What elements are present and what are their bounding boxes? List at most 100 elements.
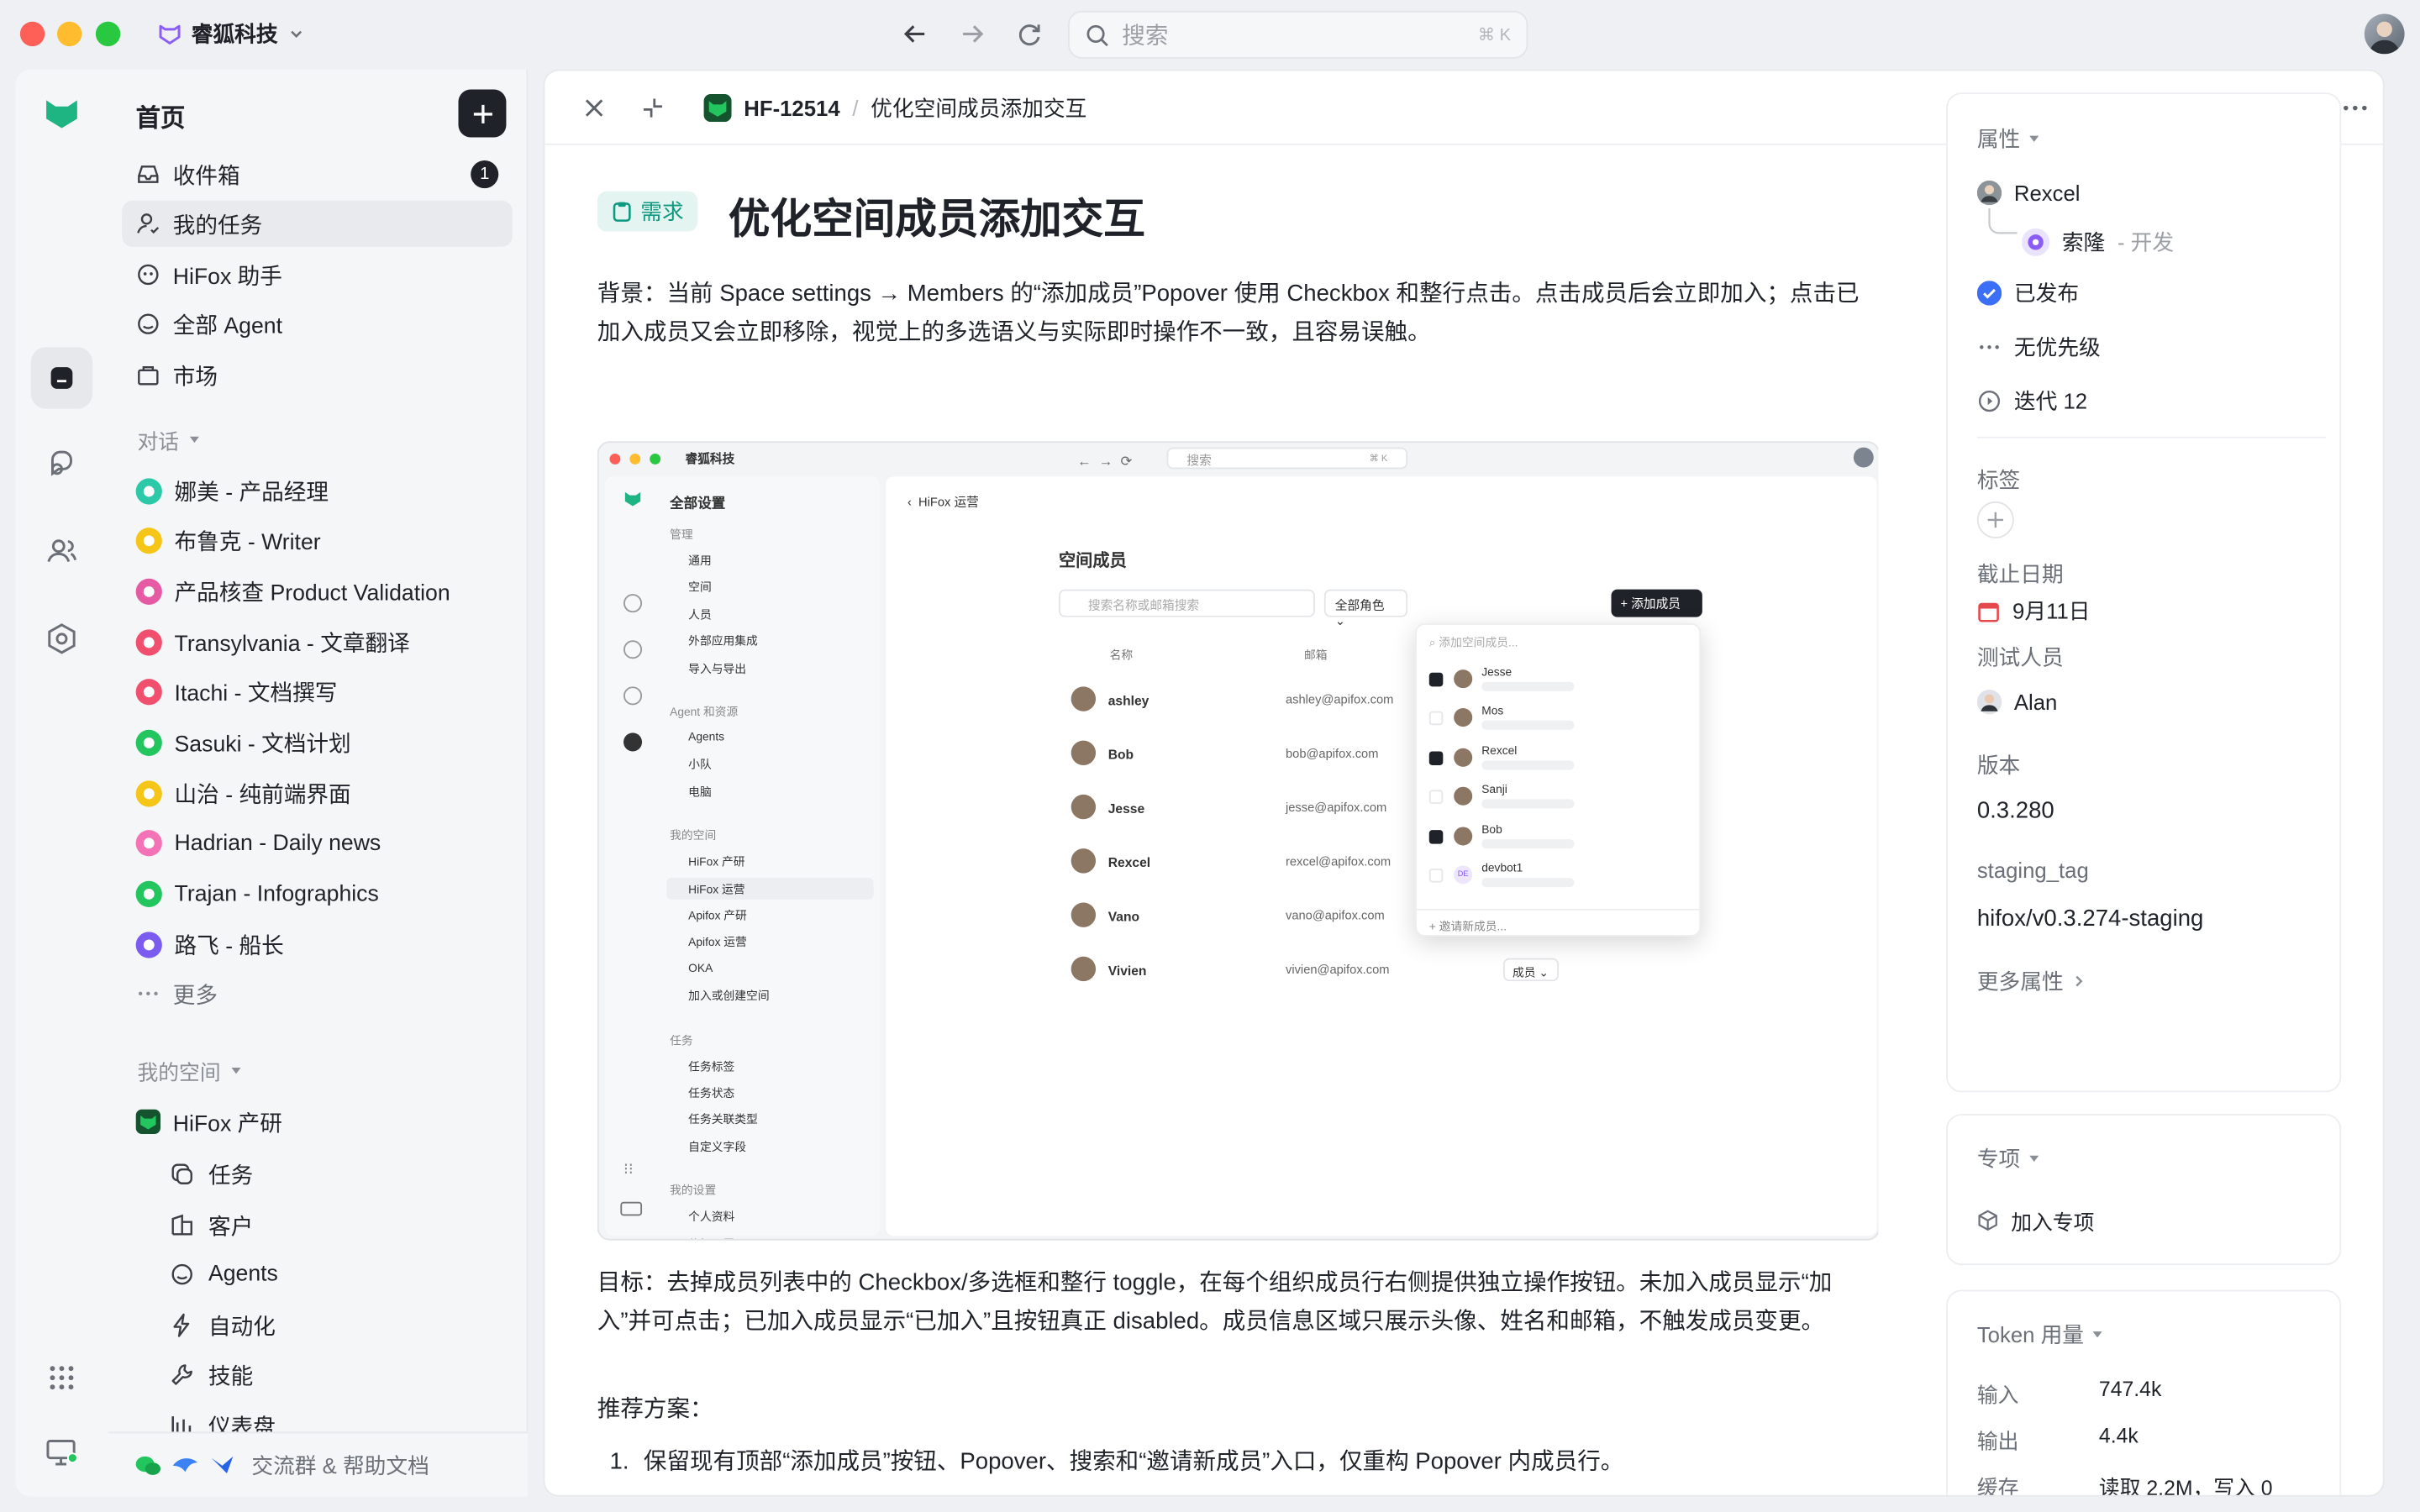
tags-label: 标签 xyxy=(1976,467,2021,492)
version-value[interactable]: 0.3.280 xyxy=(1977,798,2054,824)
apps-grid-icon[interactable] xyxy=(43,1359,80,1396)
shot-member-avatar xyxy=(1071,956,1097,982)
shot-popover-email-blurred xyxy=(1481,760,1575,770)
shot-popover-search: ⌕ 添加空间成员... xyxy=(1428,635,1518,650)
conversations-section-header[interactable]: 对话 xyxy=(137,424,200,455)
close-window-button[interactable] xyxy=(19,21,45,47)
new-item-button[interactable] xyxy=(458,89,507,138)
conversation-item[interactable]: Itachi - 文档撰写 xyxy=(122,669,513,716)
task-id[interactable]: HF-12514 xyxy=(744,96,839,120)
status-row[interactable]: 已发布 xyxy=(1976,278,2079,309)
conversation-item[interactable]: 路飞 - 船长 xyxy=(122,921,513,968)
conversation-item[interactable]: 产品核查 Product Validation xyxy=(122,569,513,615)
sidebar-item-more[interactable]: 更多 xyxy=(122,970,513,1016)
forward-arrow-icon[interactable] xyxy=(957,18,988,50)
maximize-window-button[interactable] xyxy=(95,21,121,47)
user-avatar[interactable] xyxy=(2364,13,2405,55)
projects-header[interactable]: 专项 xyxy=(1977,1143,2040,1174)
sidebar-item-inbox[interactable]: 收件箱 1 xyxy=(122,151,513,197)
shot-group-header: 任务 xyxy=(670,1032,693,1047)
conversation-item[interactable]: Transylvania - 文章翻译 xyxy=(122,619,513,665)
space-item-automation[interactable]: 自动化 xyxy=(170,1302,276,1348)
community-help-footer[interactable]: 交流群 & 帮助文档 xyxy=(108,1431,529,1497)
sidebar-item-my-tasks[interactable]: 我的任务 xyxy=(122,200,513,247)
shot-settings-item: Apifox 产研 xyxy=(688,908,747,923)
settings-hex-icon[interactable] xyxy=(43,620,80,657)
plus-icon xyxy=(472,103,492,123)
more-properties-link[interactable]: 更多属性 xyxy=(1977,966,2086,997)
space-item-tasks[interactable]: 任务 xyxy=(170,1151,253,1197)
shot-member-avatar xyxy=(1071,848,1097,874)
shot-settings-title: 全部设置 xyxy=(670,495,726,511)
shot-settings-item: Agents xyxy=(688,729,725,744)
iteration-row[interactable]: 迭代 12 xyxy=(1977,386,2087,417)
assignee-row[interactable]: Rexcel xyxy=(1976,180,2080,206)
caret-down-icon xyxy=(2029,135,2039,142)
divider xyxy=(1976,436,2326,438)
token-input-value: 747.4k xyxy=(2098,1378,2162,1401)
embedded-screenshot[interactable]: 睿狐科技 ← → ⟳ 搜索 ⌘ K ⁝⁝ 全部设置 管理 通用 空间 人员 外部应 xyxy=(597,441,1879,1241)
shot-members-page: ‹ HiFox 运营 空间成员 搜索名称或邮箱搜索 全部角色 ⌄ + 添加成员 … xyxy=(886,476,1877,1236)
home-icon[interactable] xyxy=(43,360,80,396)
sub-assignee-row[interactable]: 索隆 - 开发 xyxy=(2022,227,2174,258)
task-title[interactable]: 优化空间成员添加交互 xyxy=(729,185,1145,245)
agent-icon xyxy=(138,313,159,334)
shot-settings-item: Apifox 运营 xyxy=(688,935,747,950)
user-task-icon xyxy=(137,213,160,234)
space-item-customers[interactable]: 客户 xyxy=(170,1202,253,1248)
chat-icon[interactable] xyxy=(43,446,80,483)
priority-row[interactable]: 无优先级 xyxy=(1977,332,2101,363)
conversation-item[interactable]: 娜美 - 产品经理 xyxy=(122,468,513,514)
shot-member-email: bob@apifox.com xyxy=(1285,746,1379,761)
due-date-row[interactable]: 9月11日 xyxy=(1977,596,2090,627)
plus-icon xyxy=(1987,512,2004,528)
shot-settings-item: OKA xyxy=(688,960,713,975)
agent-avatar-icon xyxy=(135,880,162,908)
caret-down-icon xyxy=(2093,1331,2103,1338)
conversation-item[interactable]: 山治 - 纯前端界面 xyxy=(122,770,513,816)
sidebar-item-market[interactable]: 市场 xyxy=(122,352,513,398)
space-hifox-product[interactable]: HiFox 产研 xyxy=(122,1099,513,1145)
properties-header[interactable]: 属性 xyxy=(1977,123,2040,155)
computer-icon[interactable] xyxy=(43,1433,80,1470)
back-arrow-icon[interactable] xyxy=(900,18,931,50)
iteration-icon xyxy=(1978,390,2001,412)
sidebar-item-all-agents[interactable]: 全部 Agent xyxy=(122,301,513,347)
shot-rail-icon xyxy=(623,594,643,613)
close-icon[interactable] xyxy=(579,92,610,123)
space-item-agents[interactable]: Agents xyxy=(170,1252,278,1298)
conversation-item[interactable]: Sasuki - 文档计划 xyxy=(122,720,513,766)
app-logo-icon[interactable] xyxy=(43,94,80,131)
shot-group-header: 我的空间 xyxy=(670,828,717,843)
shot-member-avatar xyxy=(1071,740,1097,766)
sidebar-item-hifox-assistant[interactable]: HiFox 助手 xyxy=(122,251,513,297)
sub-assignee-connector xyxy=(1988,207,2018,234)
chevron-down-icon xyxy=(291,30,302,38)
conversation-item[interactable]: Hadrian - Daily news xyxy=(122,821,513,867)
more-horizontal-icon[interactable] xyxy=(2339,92,2370,123)
conversation-item[interactable]: Trajan - Infographics xyxy=(122,871,513,917)
global-search[interactable]: 搜索 ⌘ K xyxy=(1067,10,1528,59)
agent-avatar-icon xyxy=(135,477,162,504)
collapse-icon[interactable] xyxy=(638,92,669,123)
conversation-item[interactable]: 布鲁克 - Writer xyxy=(122,518,513,564)
token-usage-header[interactable]: Token 用量 xyxy=(1977,1319,2104,1350)
refresh-icon[interactable] xyxy=(1014,18,1045,50)
minimize-window-button[interactable] xyxy=(56,21,82,47)
calendar-icon xyxy=(1978,601,1999,622)
staging-tag-value[interactable]: hifox/v0.3.274-staging xyxy=(1977,906,2204,932)
workspace-switcher[interactable]: 睿狐科技 xyxy=(157,14,305,55)
shot-add-member-popover: ⌕ 添加空间成员... Jesse Mos Rexcel Sanji Bob D… xyxy=(1415,623,1702,937)
requirement-type-tag[interactable]: 需求 xyxy=(597,191,698,232)
space-item-skills[interactable]: 技能 xyxy=(170,1352,253,1398)
my-spaces-section-header[interactable]: 我的空间 xyxy=(137,1055,242,1086)
feishu-icon xyxy=(211,1455,234,1473)
contacts-icon[interactable] xyxy=(43,533,80,570)
shot-role-badge: 成员 ⌄ xyxy=(1502,958,1560,982)
tester-row[interactable]: Alan xyxy=(1976,690,2057,715)
join-project-button[interactable]: 加入专项 xyxy=(1977,1205,2094,1236)
task-breadcrumb: HF-12514 / 优化空间成员添加交互 xyxy=(703,92,1086,123)
add-tag-button[interactable] xyxy=(1976,501,2014,539)
shot-settings-item: 任务标签 xyxy=(688,1059,735,1074)
shot-settings-item: 电脑 xyxy=(688,785,712,800)
